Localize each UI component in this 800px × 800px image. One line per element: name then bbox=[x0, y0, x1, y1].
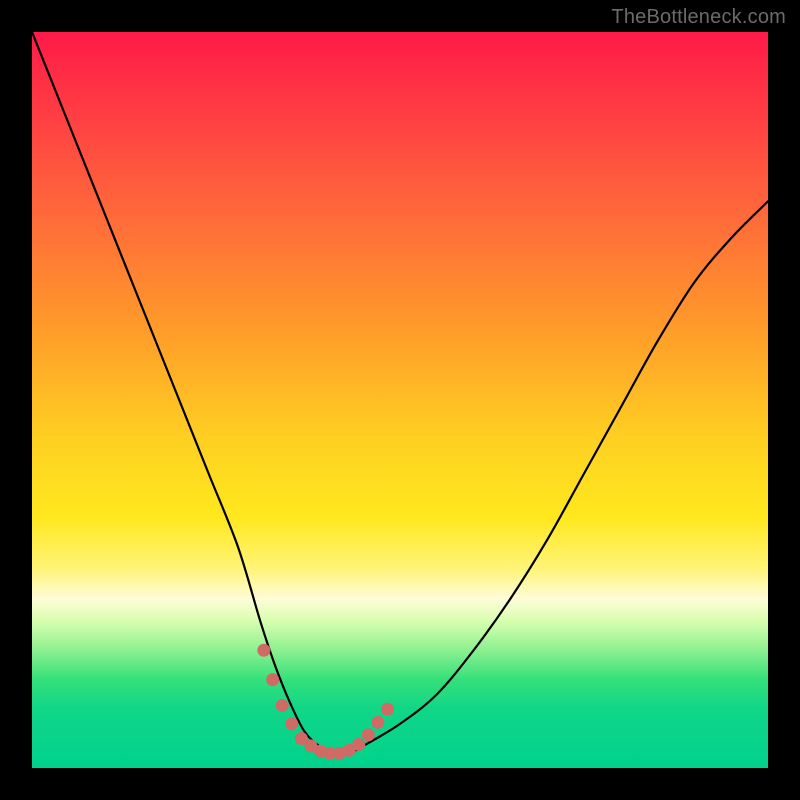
highlight-dot bbox=[266, 673, 279, 686]
highlight-dot bbox=[371, 716, 384, 729]
highlight-dot bbox=[362, 728, 375, 741]
chart-svg bbox=[32, 32, 768, 768]
watermark-text: TheBottleneck.com bbox=[611, 6, 786, 29]
highlight-dot bbox=[381, 703, 394, 716]
min-region-dots bbox=[257, 644, 394, 760]
highlight-dot bbox=[257, 644, 270, 657]
bottleneck-curve bbox=[32, 32, 768, 754]
highlight-dot bbox=[352, 738, 365, 751]
highlight-dot bbox=[276, 699, 289, 712]
highlight-dot bbox=[285, 717, 298, 730]
chart-frame: TheBottleneck.com bbox=[0, 0, 800, 800]
